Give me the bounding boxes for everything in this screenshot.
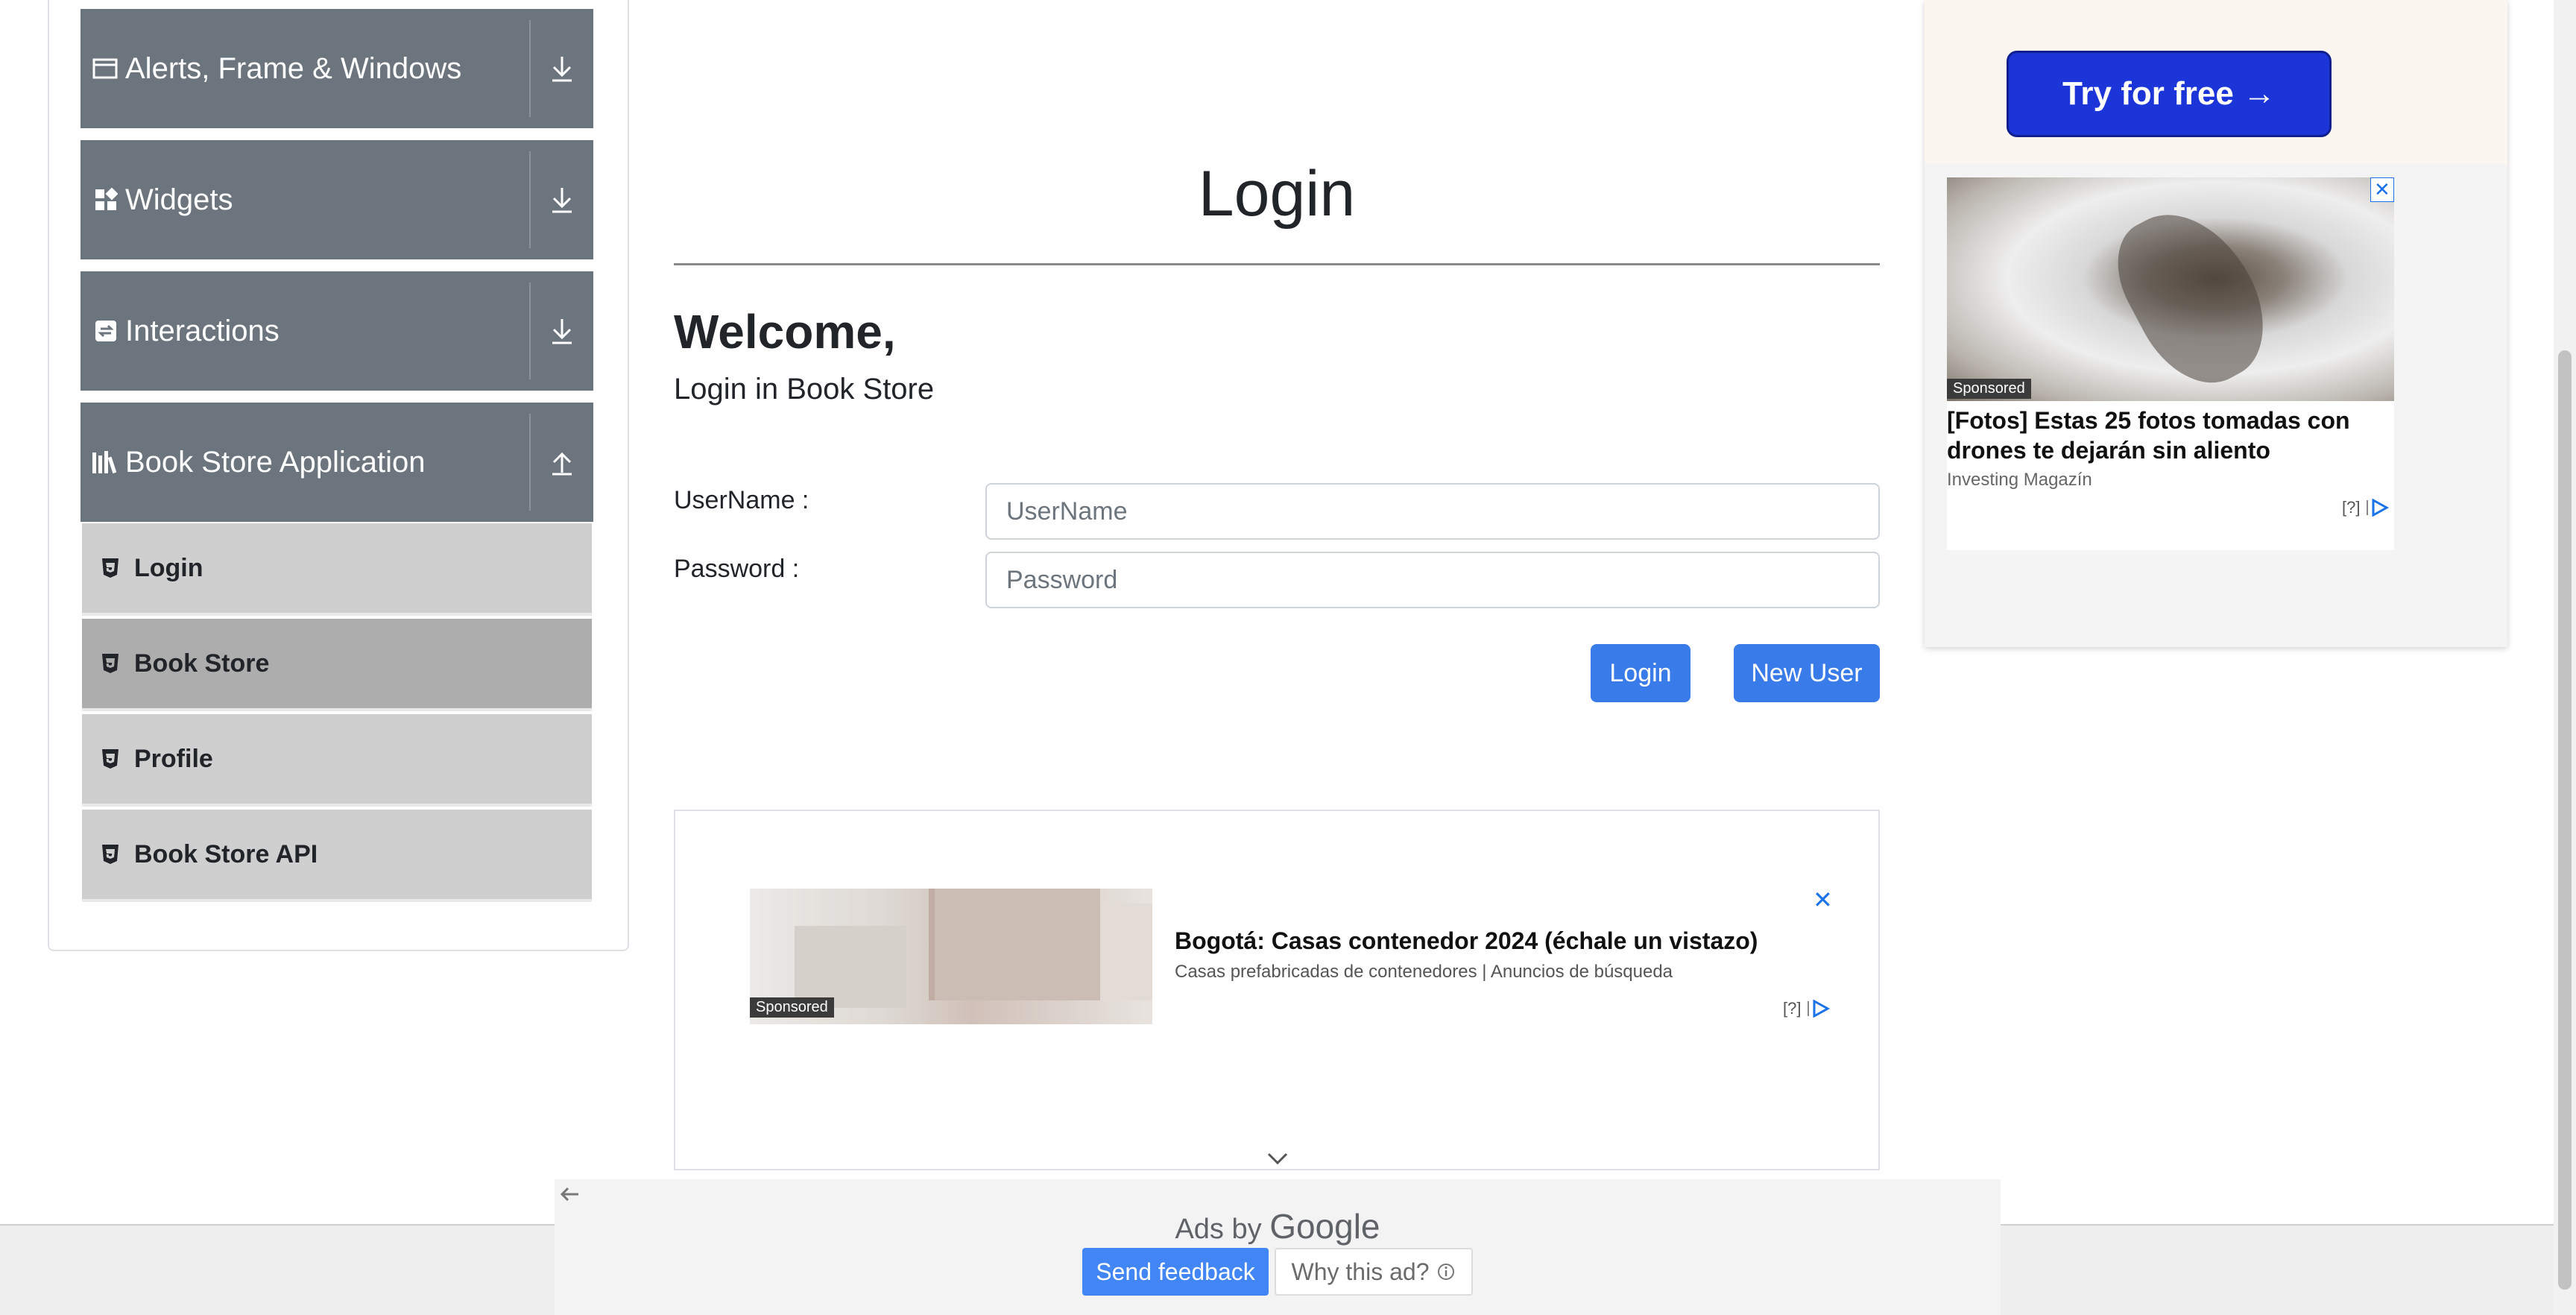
adchoices-icon	[1808, 1000, 1831, 1018]
html5-icon	[101, 558, 122, 578]
sponsored-badge: Sponsored	[750, 997, 834, 1018]
bottom-ad[interactable]: Sponsored Bogotá: Casas contenedor 2024 …	[674, 810, 1880, 1170]
chevron-down-icon[interactable]	[1266, 1151, 1289, 1170]
download-arrow-icon[interactable]	[531, 185, 593, 215]
scrollbar-thumb[interactable]	[2558, 350, 2572, 1290]
group-label: Interactions	[125, 314, 280, 347]
html5-icon	[101, 653, 122, 674]
why-this-ad-button[interactable]: Why this ad?	[1275, 1248, 1473, 1296]
try-for-free-button[interactable]: Try for free →	[2007, 51, 2332, 137]
right-ad-card[interactable]: Sponsored ✕ [Fotos] Estas 25 fotos tomad…	[1947, 177, 2394, 550]
sidebar-item-book-store[interactable]: Book Store	[82, 619, 592, 711]
sidebar-item-label: Book Store	[134, 649, 270, 678]
ads-by-google-label: Ads by Google	[555, 1206, 2001, 1246]
password-input[interactable]	[985, 552, 1880, 608]
group-header-book-store-application[interactable]: Book Store Application	[80, 403, 593, 522]
group-label: Alerts, Frame & Windows	[125, 51, 462, 85]
sponsored-badge: Sponsored	[1947, 379, 2031, 399]
password-label: Password :	[674, 555, 800, 583]
ad-image-shape	[795, 926, 906, 1008]
ad-info[interactable]: [?]	[1783, 999, 1831, 1018]
google-logo: Google	[1269, 1207, 1380, 1246]
adchoices-icon	[2367, 499, 2390, 517]
download-arrow-icon[interactable]	[531, 54, 593, 83]
books-icon	[80, 450, 125, 475]
sidebar-item-login[interactable]: Login	[82, 523, 592, 616]
page-title: Login	[674, 134, 1880, 265]
ads-by-prefix: Ads by	[1175, 1214, 1262, 1245]
send-feedback-button[interactable]: Send feedback	[1082, 1248, 1269, 1296]
upload-arrow-icon[interactable]	[531, 447, 593, 477]
window-icon	[80, 57, 125, 80]
ad-info-label: [?]	[1783, 999, 1802, 1018]
close-icon[interactable]: ✕	[1813, 886, 1833, 914]
html5-icon	[101, 748, 122, 769]
widgets-icon	[80, 188, 125, 212]
group-header-alerts-frame-windows[interactable]: Alerts, Frame & Windows	[80, 9, 593, 128]
group-header-widgets[interactable]: Widgets	[80, 140, 593, 259]
interactions-icon	[80, 319, 125, 343]
why-this-ad-label: Why this ad?	[1291, 1258, 1430, 1285]
sidebar-item-profile[interactable]: Profile	[82, 714, 592, 807]
welcome-subtitle: Login in Book Store	[674, 373, 935, 406]
username-input[interactable]	[985, 483, 1880, 540]
sidebar-item-label: Book Store API	[134, 839, 318, 868]
back-arrow-icon[interactable]	[559, 1185, 581, 1207]
info-icon	[1438, 1264, 1455, 1280]
close-icon[interactable]: ✕	[2370, 177, 2394, 202]
ad-title[interactable]: Bogotá: Casas contenedor 2024 (échale un…	[1175, 927, 1758, 955]
sidebar-item-book-store-api[interactable]: Book Store API	[82, 810, 592, 902]
ad-image-shape	[2098, 189, 2288, 404]
login-button[interactable]: Login	[1591, 644, 1690, 702]
ad-info[interactable]: [?]	[2342, 498, 2390, 517]
ad-image-shape	[1100, 904, 1152, 1000]
ad-info-label: [?]	[2342, 498, 2361, 517]
username-label: UserName :	[674, 486, 809, 514]
group-header-interactions[interactable]: Interactions	[80, 271, 593, 391]
ad-title[interactable]: [Fotos] Estas 25 fotos tomadas con drone…	[1947, 406, 2394, 465]
html5-icon	[101, 844, 122, 865]
ad-description[interactable]: Casas prefabricadas de contenedores | An…	[1175, 962, 1673, 983]
download-arrow-icon[interactable]	[531, 316, 593, 346]
sidebar-item-label: Profile	[134, 744, 213, 773]
right-ad[interactable]: Try for free → Sponsored ✕ [Fotos] Estas…	[1925, 0, 2507, 647]
ad-image[interactable]	[1947, 177, 2394, 404]
welcome-heading: Welcome,	[674, 305, 896, 359]
group-label: Widgets	[125, 183, 233, 216]
ad-source: Investing Magazín	[1947, 470, 2092, 490]
new-user-button[interactable]: New User	[1734, 644, 1880, 702]
ads-by-google-panel: Ads by Google Send feedback Why this ad?	[555, 1179, 2001, 1315]
ad-image-shape	[929, 889, 1100, 1000]
sidebar-item-label: Login	[134, 553, 203, 582]
group-label: Book Store Application	[125, 445, 426, 479]
